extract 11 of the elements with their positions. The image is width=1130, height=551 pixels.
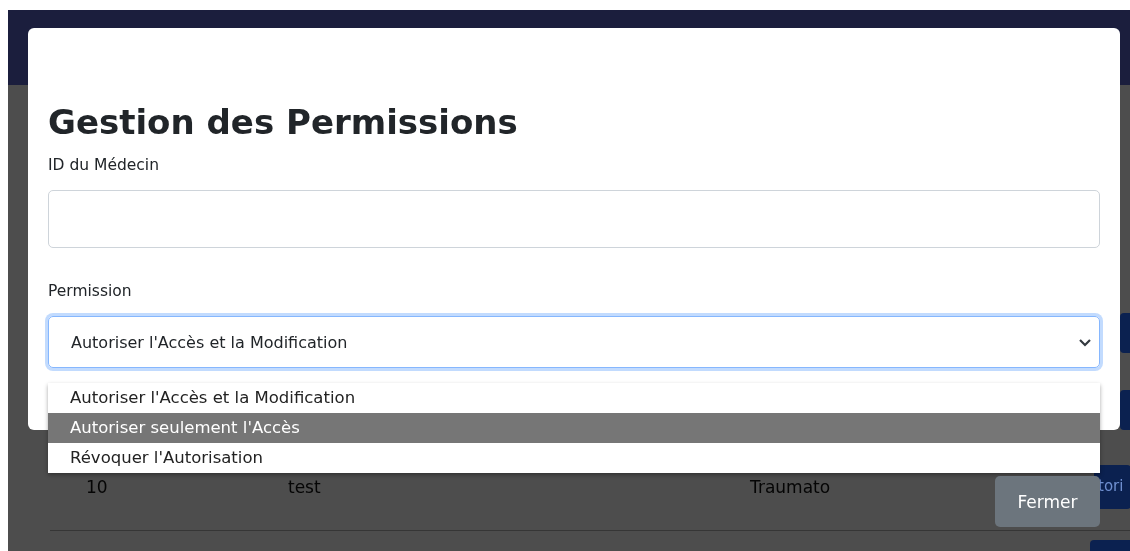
- table-cell: test: [288, 477, 321, 497]
- chevron-icon: [1079, 337, 1091, 347]
- modal-title: Gestion des Permissions: [48, 101, 519, 144]
- close-button[interactable]: Fermer: [995, 476, 1100, 527]
- field-label: Permission: [48, 282, 132, 300]
- select-field[interactable]: Autoriser l'Accès et la Modification: [48, 316, 1100, 368]
- table-cell: 10: [86, 477, 108, 497]
- dropdown-option[interactable]: Autoriser seulement l'Accès: [48, 413, 1100, 443]
- dropdown-option[interactable]: Autoriser l'Accès et la Modification: [48, 383, 1100, 413]
- field-label: ID du Médecin: [48, 156, 159, 174]
- table-cell: Traumato: [750, 477, 831, 497]
